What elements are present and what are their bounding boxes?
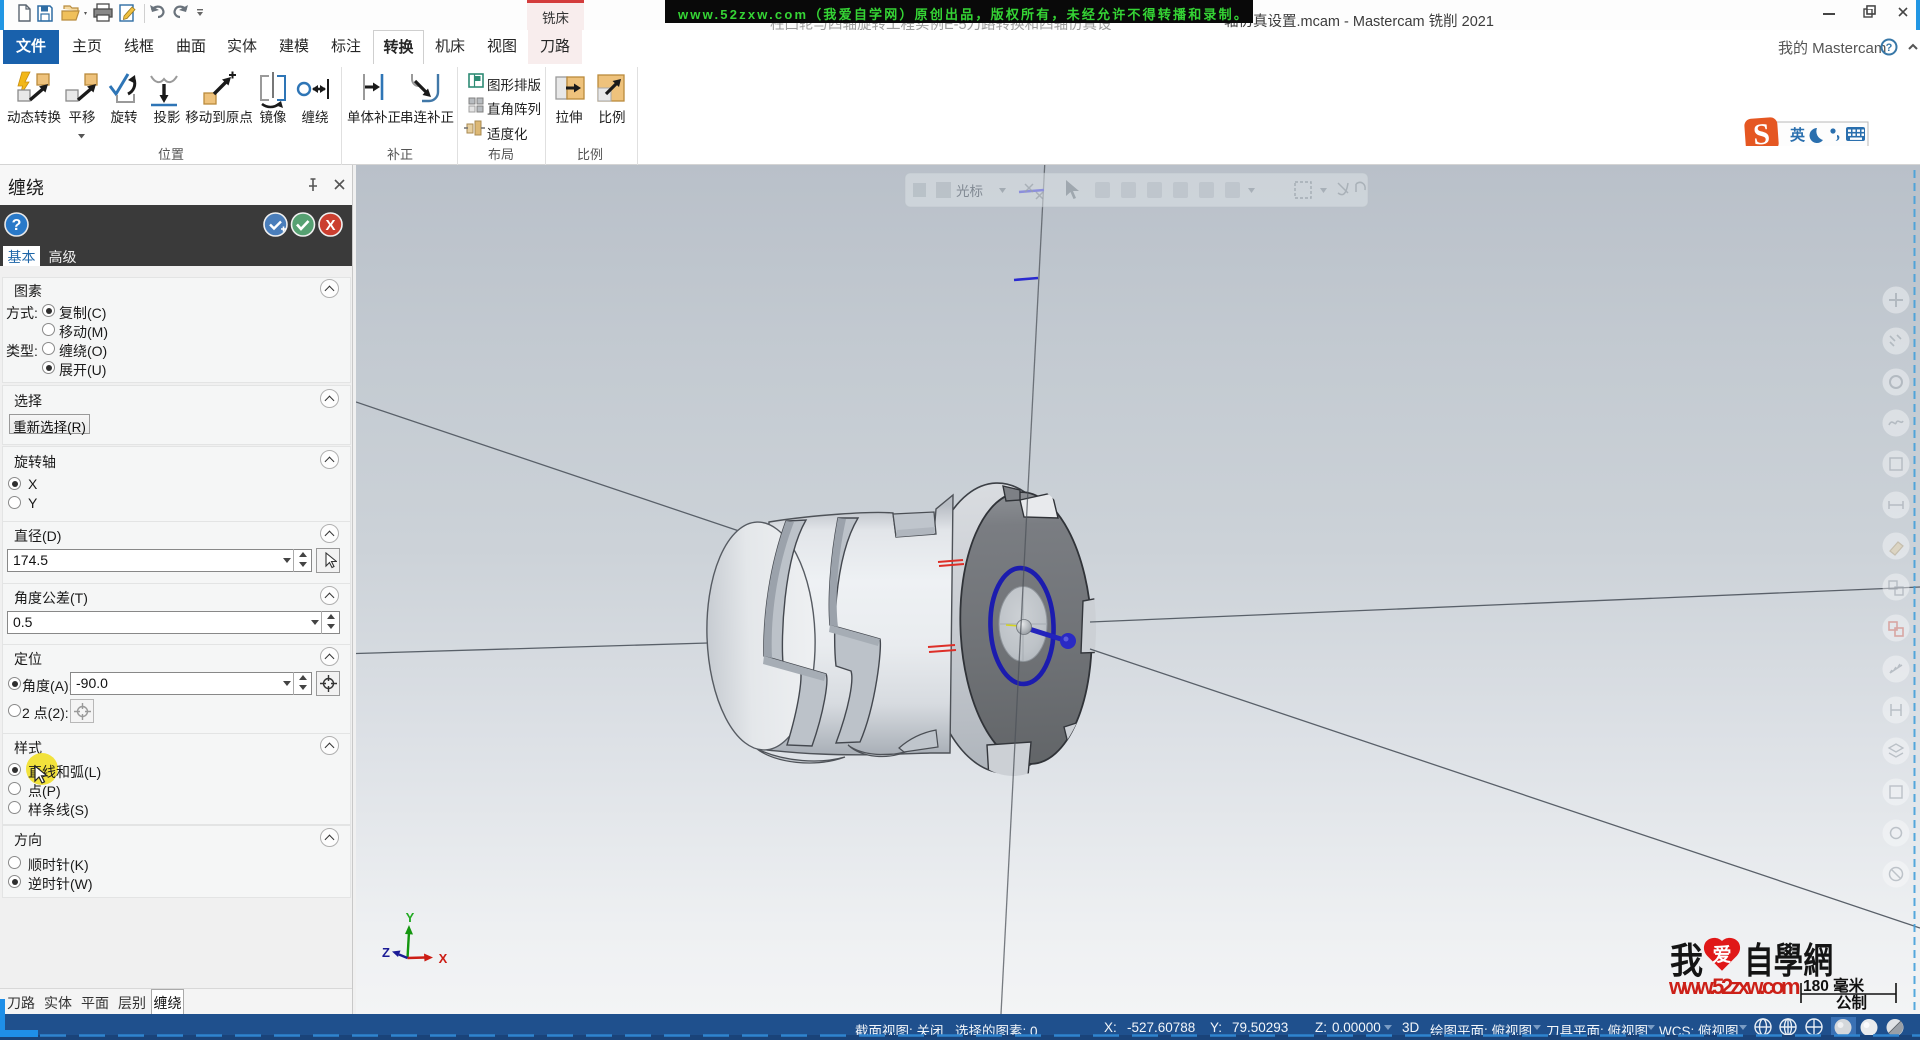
svg-text:Z: Z (382, 945, 390, 960)
svg-text:X: X (439, 951, 448, 966)
svg-text:光标: 光标 (956, 184, 983, 199)
svg-text:?: ? (12, 217, 22, 234)
svg-text:?: ? (1886, 42, 1893, 54)
svg-text:公制: 公制 (1836, 994, 1867, 1012)
svg-text:180 毫米: 180 毫米 (1803, 976, 1865, 995)
svg-text:X: X (325, 217, 335, 234)
svg-text:爱: 爱 (1712, 944, 1731, 966)
svg-text:英: 英 (1790, 126, 1806, 144)
svg-text:S: S (1752, 117, 1771, 146)
svg-text:Y: Y (406, 910, 415, 925)
svg-text:www.52zxw.com: www.52zxw.com (1668, 974, 1800, 999)
